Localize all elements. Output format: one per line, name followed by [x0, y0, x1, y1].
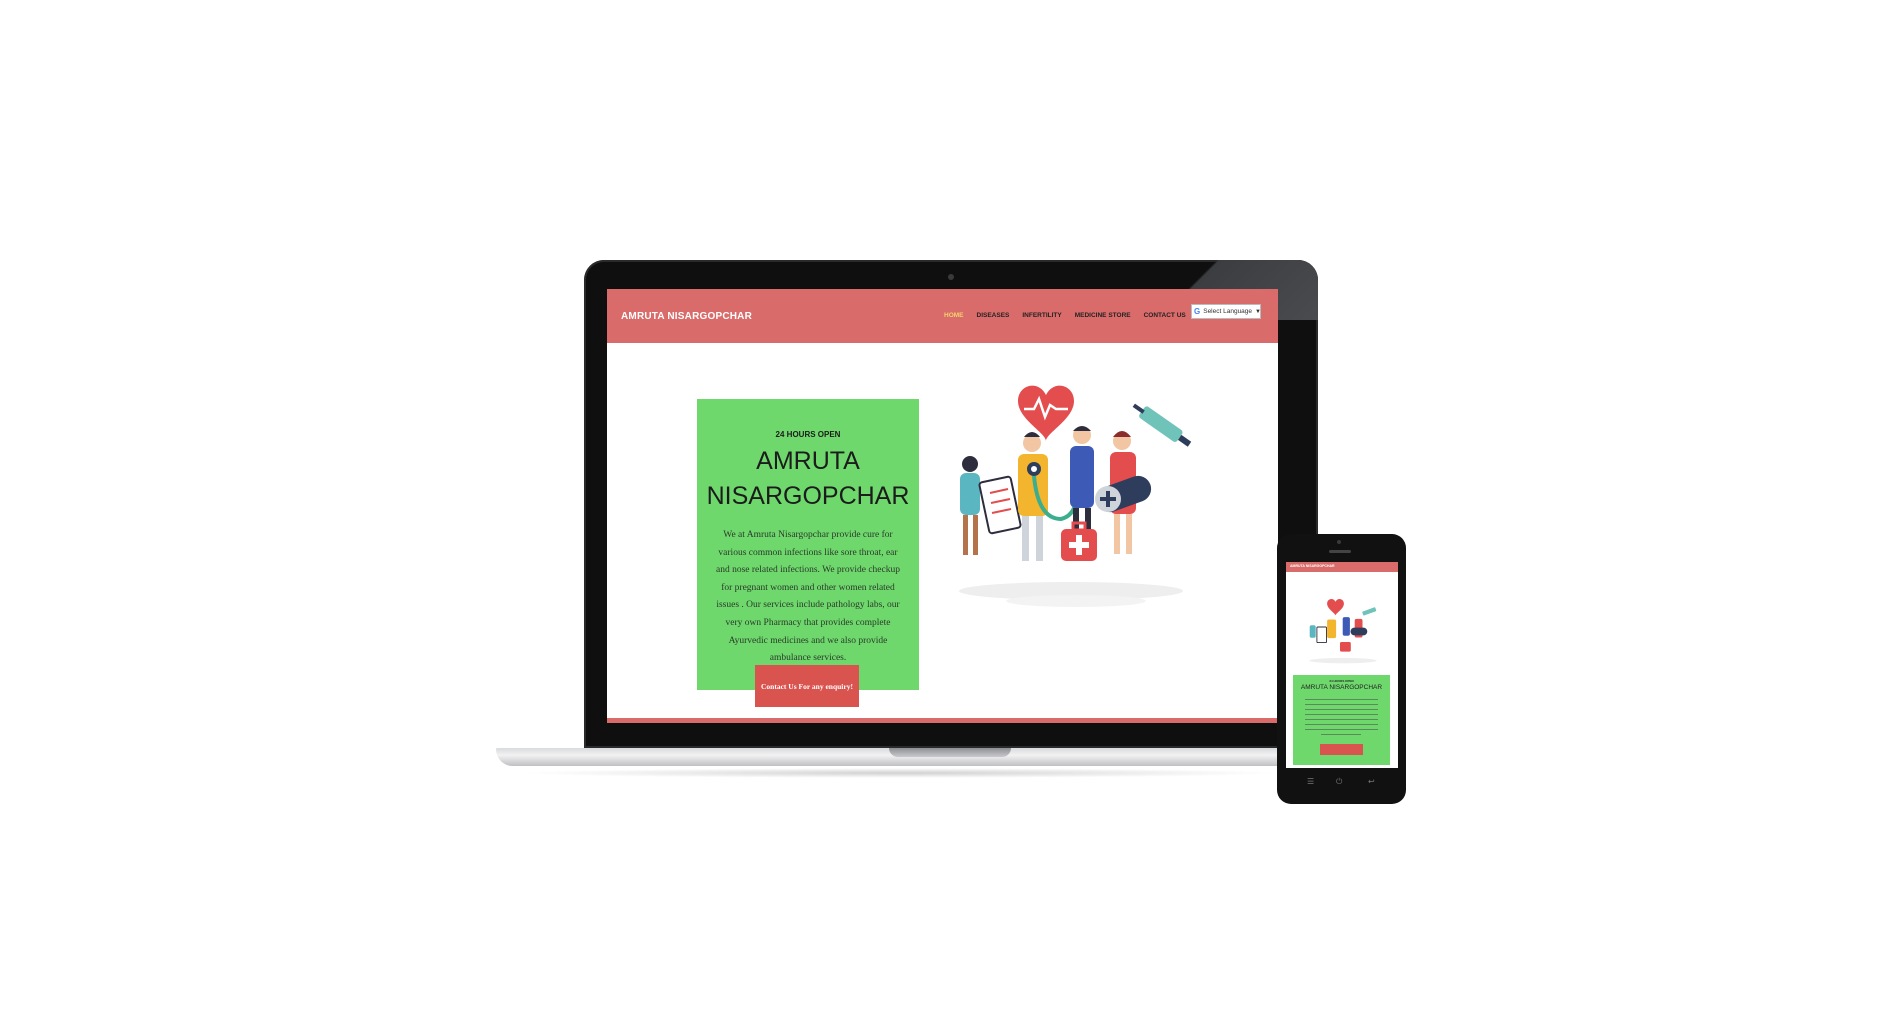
nav-home[interactable]: HOME	[944, 312, 964, 319]
laptop-screen: AMRUTA NISARGOPCHAR HOME DISEASES INFERT…	[607, 289, 1278, 723]
phone-text-line	[1305, 729, 1378, 731]
phone-text-line	[1305, 709, 1378, 711]
google-g-icon: G	[1194, 307, 1201, 316]
language-select-label: Select Language	[1203, 308, 1253, 315]
phone-speaker	[1329, 550, 1351, 553]
phone-text-line	[1321, 734, 1361, 736]
phone-text-line	[1305, 719, 1378, 721]
caret-down-icon: ▼	[1255, 308, 1261, 315]
phone-text-line	[1305, 714, 1378, 716]
contact-cta-button[interactable]: Contact Us For any enquiry!	[755, 665, 859, 707]
phone-screen: AMRUTA NISARGOPCHAR 24 HOURS OPEN AMRUTA…	[1286, 562, 1398, 768]
phone-hero-title: AMRUTA NISARGOPCHAR	[1300, 684, 1383, 691]
phone-camera	[1337, 540, 1341, 544]
laptop-shadow	[520, 768, 1280, 778]
back-icon[interactable]: ↩	[1368, 777, 1375, 786]
site-header: AMRUTA NISARGOPCHAR HOME DISEASES INFERT…	[607, 289, 1278, 343]
medical-team-illustration	[959, 385, 1192, 607]
phone-text-line	[1305, 724, 1378, 726]
phone-contact-cta-button[interactable]	[1320, 744, 1363, 755]
main-nav: HOME DISEASES INFERTILITY MEDICINE STORE…	[944, 312, 1186, 319]
phone-site-brand[interactable]: AMRUTA NISARGOPCHAR	[1290, 564, 1335, 568]
power-icon[interactable]: ⏻	[1336, 777, 1342, 787]
hero-card: 24 HOURS OPEN AMRUTA NISARGOPCHAR We at …	[697, 399, 919, 690]
laptop-notch	[889, 748, 1011, 757]
hero-description: We at Amruta Nisargopchar provide cure f…	[716, 530, 900, 664]
laptop-camera	[948, 274, 954, 280]
hero-kicker: 24 HOURS OPEN	[775, 430, 841, 439]
site-brand[interactable]: AMRUTA NISARGOPCHAR	[621, 311, 752, 322]
hero-title-line1: AMRUTA	[756, 447, 860, 475]
phone-text-line	[1305, 699, 1378, 701]
hero-title-line2: NISARGOPCHAR	[706, 482, 910, 510]
phone-site-header: AMRUTA NISARGOPCHAR	[1286, 562, 1398, 572]
nav-infertility[interactable]: INFERTILITY	[1022, 312, 1061, 319]
nav-contact-us[interactable]: CONTACT US	[1144, 312, 1186, 319]
phone-text-line	[1305, 704, 1378, 706]
language-select[interactable]: G Select Language ▼	[1191, 304, 1261, 319]
menu-icon[interactable]: ☰	[1307, 777, 1314, 786]
page-bottom-bar	[607, 718, 1278, 723]
hero-title: AMRUTA NISARGOPCHAR	[697, 444, 919, 514]
phone-hero-kicker: 24 HOURS OPEN	[1329, 679, 1354, 683]
phone-hero-card: 24 HOURS OPEN AMRUTA NISARGOPCHAR	[1293, 675, 1390, 765]
nav-medicine-store[interactable]: MEDICINE STORE	[1075, 312, 1131, 319]
nav-diseases[interactable]: DISEASES	[977, 312, 1010, 319]
phone-medical-illustration	[1309, 598, 1377, 664]
